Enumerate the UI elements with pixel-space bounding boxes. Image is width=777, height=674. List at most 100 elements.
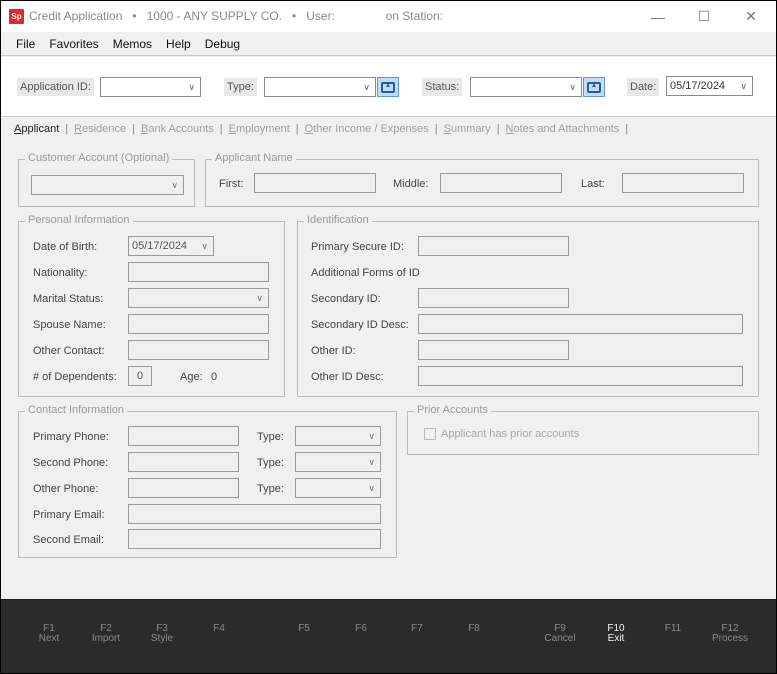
- tab-separator: |: [496, 123, 500, 135]
- primary-phone-input[interactable]: [128, 426, 239, 446]
- secondary-id-desc-input[interactable]: [418, 314, 743, 334]
- dob-value: 05/17/2024: [132, 240, 188, 252]
- menu-help[interactable]: Help: [159, 32, 198, 56]
- identification-title: Identification: [304, 214, 372, 226]
- type-combo[interactable]: ∨: [264, 77, 376, 97]
- dob-label: Date of Birth:: [33, 241, 98, 253]
- other-contact-input[interactable]: [128, 340, 269, 360]
- function-key-bar: F1 Next F2 Import F3 Style F4 F5 F6 F7 F8 F…: [1, 599, 776, 673]
- second-phone-type-combo[interactable]: ∨: [295, 452, 381, 472]
- menu-debug[interactable]: Debug: [198, 32, 247, 56]
- identification-group: Identification Primary Secure ID: Additi…: [297, 214, 759, 397]
- other-phone-type-combo[interactable]: ∨: [295, 478, 381, 498]
- primary-phone-type-label: Type:: [257, 431, 284, 443]
- other-phone-input[interactable]: [128, 478, 239, 498]
- title-station-label: on Station:: [385, 9, 443, 23]
- window-title: Credit Application • 1000 - ANY SUPPLY C…: [29, 9, 443, 23]
- type-lookup-button[interactable]: [377, 77, 399, 97]
- status-lookup-button[interactable]: [583, 77, 605, 97]
- other-phone-type-label: Type:: [257, 483, 284, 495]
- close-icon: ✕: [745, 8, 757, 24]
- personal-information-title: Personal Information: [25, 214, 133, 226]
- status-combo[interactable]: ∨: [470, 77, 582, 97]
- f2-import-button[interactable]: F2 Import: [81, 624, 131, 644]
- tab-residence[interactable]: Residence: [72, 123, 128, 135]
- f8-button[interactable]: F8: [449, 624, 499, 634]
- prior-accounts-group: Prior Accounts Applicant has prior accou…: [407, 404, 759, 455]
- dependents-label: # of Dependents:: [33, 371, 117, 383]
- minimize-button[interactable]: —: [635, 1, 681, 32]
- f12-process-button[interactable]: F12 Process: [705, 624, 755, 644]
- f7-button[interactable]: F7: [392, 624, 442, 634]
- second-phone-type-label: Type:: [257, 457, 284, 469]
- first-name-label: First:: [219, 178, 244, 190]
- secondary-id-input[interactable]: [418, 288, 569, 308]
- primary-secure-id-label: Primary Secure ID:: [311, 241, 404, 253]
- primary-email-label: Primary Email:: [33, 509, 105, 521]
- tab-separator: |: [295, 123, 299, 135]
- lookup-icon: [381, 81, 395, 93]
- tab-other-income-expenses[interactable]: Other Income / Expenses: [303, 123, 431, 135]
- f1-next-button[interactable]: F1 Next: [24, 624, 74, 644]
- first-name-input[interactable]: [254, 173, 376, 193]
- nationality-input[interactable]: [128, 262, 269, 282]
- f9-cancel-button[interactable]: F9 Cancel: [535, 624, 585, 644]
- other-id-desc-input[interactable]: [418, 366, 743, 386]
- f3-style-button[interactable]: F3 Style: [137, 624, 187, 644]
- marital-status-combo[interactable]: ∨: [128, 288, 269, 308]
- f11-button[interactable]: F11: [648, 624, 698, 634]
- middle-name-input[interactable]: [440, 173, 562, 193]
- second-phone-label: Second Phone:: [33, 457, 109, 469]
- primary-email-input[interactable]: [128, 504, 381, 524]
- tab-separator: |: [625, 123, 629, 135]
- secondary-id-desc-label: Secondary ID Desc:: [311, 319, 409, 331]
- minimize-icon: —: [651, 8, 665, 25]
- other-id-input[interactable]: [418, 340, 569, 360]
- maximize-button[interactable]: ☐: [681, 1, 727, 32]
- f5-button[interactable]: F5: [279, 624, 329, 634]
- tab-summary[interactable]: Summary: [442, 123, 493, 135]
- menu-memos[interactable]: Memos: [106, 32, 159, 56]
- tab-strip: Applicant | Residence | Bank Accounts | …: [1, 118, 776, 140]
- app-logo-icon: Sp: [9, 9, 24, 24]
- menu-file[interactable]: File: [9, 32, 42, 56]
- close-button[interactable]: ✕: [728, 1, 774, 32]
- prior-accounts-checkbox-label[interactable]: Applicant has prior accounts: [441, 428, 579, 440]
- last-name-label: Last:: [581, 178, 605, 190]
- tab-notes-attachments[interactable]: Notes and Attachments: [504, 123, 622, 135]
- tab-bank-accounts[interactable]: Bank Accounts: [139, 123, 216, 135]
- dependents-input[interactable]: 0: [128, 366, 152, 386]
- second-email-input[interactable]: [128, 529, 381, 549]
- second-phone-input[interactable]: [128, 452, 239, 472]
- prior-accounts-checkbox[interactable]: [424, 428, 436, 440]
- last-name-input[interactable]: [622, 173, 744, 193]
- chevron-down-icon: ∨: [256, 293, 263, 303]
- type-label: Type:: [224, 78, 257, 96]
- chevron-down-icon: ∨: [363, 82, 370, 92]
- spouse-name-label: Spouse Name:: [33, 319, 106, 331]
- spouse-name-input[interactable]: [128, 314, 269, 334]
- age-value: 0: [211, 371, 218, 383]
- chevron-down-icon: ∨: [569, 82, 576, 92]
- middle-name-label: Middle:: [393, 178, 429, 190]
- f4-button[interactable]: F4: [194, 624, 244, 634]
- prior-accounts-title: Prior Accounts: [414, 404, 491, 416]
- chevron-down-icon: ∨: [171, 180, 178, 190]
- menu-favorites[interactable]: Favorites: [42, 32, 105, 56]
- customer-account-combo[interactable]: ∨: [31, 175, 184, 195]
- dob-picker[interactable]: 05/17/2024 ∨: [128, 236, 214, 256]
- tab-separator: |: [132, 123, 135, 135]
- credit-application-window: Sp Credit Application • 1000 - ANY SUPPL…: [1, 1, 776, 673]
- primary-phone-type-combo[interactable]: ∨: [295, 426, 381, 446]
- application-id-label: Application ID:: [17, 78, 94, 96]
- other-id-label: Other ID:: [311, 345, 356, 357]
- f10-exit-button[interactable]: F10 Exit: [591, 624, 641, 644]
- tab-separator: |: [434, 123, 438, 135]
- date-picker[interactable]: 05/17/2024 ∨: [666, 76, 753, 96]
- tab-employment[interactable]: Employment: [227, 123, 292, 135]
- tab-applicant[interactable]: Applicant: [12, 123, 61, 135]
- primary-secure-id-input[interactable]: [418, 236, 569, 256]
- title-user-label: User:: [306, 9, 335, 23]
- f6-button[interactable]: F6: [336, 624, 386, 634]
- application-id-combo[interactable]: ∨: [100, 77, 201, 97]
